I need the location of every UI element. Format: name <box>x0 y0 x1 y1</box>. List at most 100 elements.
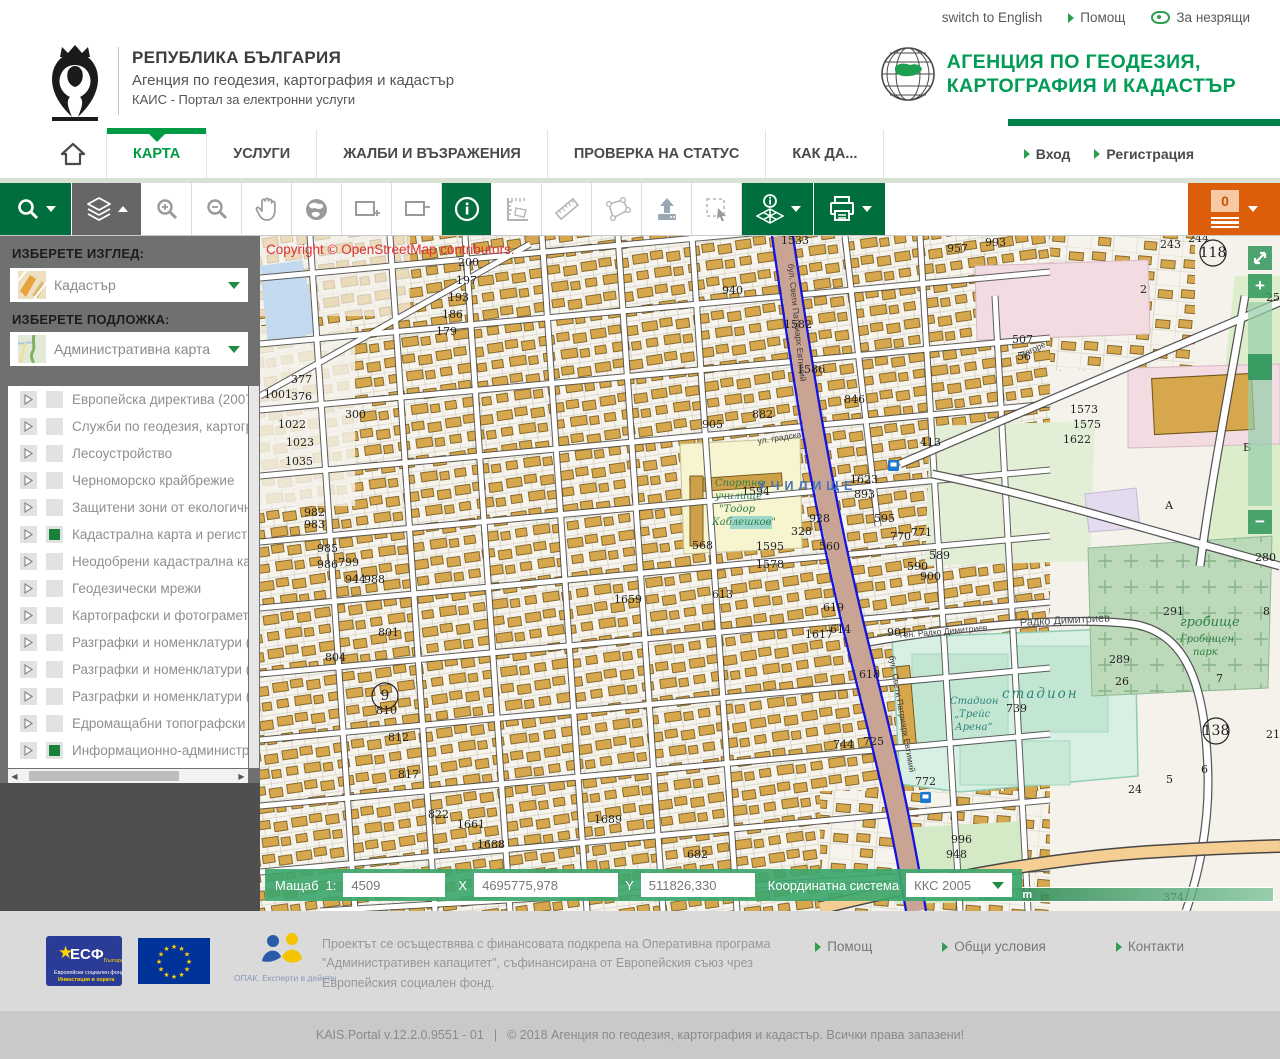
svg-text:595: 595 <box>874 512 895 525</box>
zoom-rect-in-button[interactable] <box>342 183 392 235</box>
nav-tab-1[interactable]: УСЛУГИ <box>207 130 317 178</box>
nav-tab-2[interactable]: ЖАЛБИ И ВЪЗРАЖЕНИЯ <box>317 130 548 178</box>
nav-tab-4[interactable]: КАК ДА... <box>766 130 884 178</box>
full-extent-button[interactable] <box>1248 246 1272 270</box>
expand-arrow-icon[interactable] <box>20 715 37 732</box>
layer-checkbox[interactable] <box>46 607 63 624</box>
layer-checkbox[interactable] <box>46 634 63 651</box>
globe-button[interactable] <box>292 183 342 235</box>
view-select[interactable]: Кадастър <box>10 268 248 302</box>
x-coordinate-input[interactable] <box>474 873 618 897</box>
layer-checkbox[interactable] <box>46 661 63 678</box>
expand-arrow-icon[interactable] <box>20 499 37 516</box>
footer-terms-link[interactable]: Общи условия <box>942 939 1046 954</box>
svg-text:817: 817 <box>398 768 419 781</box>
svg-text:1022: 1022 <box>278 418 306 431</box>
layer-label: Служби по геодезия, картограф <box>72 419 248 434</box>
help-link[interactable]: Помощ <box>1068 10 1125 25</box>
zoom-rect-out-button[interactable] <box>392 183 442 235</box>
draw-polygon-button[interactable] <box>592 183 642 235</box>
expand-arrow-icon[interactable] <box>20 472 37 489</box>
svg-text:5: 5 <box>1166 773 1173 786</box>
expand-arrow-icon[interactable] <box>20 445 37 462</box>
expand-arrow-icon[interactable] <box>20 634 37 651</box>
layers-info-button[interactable] <box>742 183 814 235</box>
zoom-out-map-button[interactable]: − <box>1248 510 1272 534</box>
crs-select[interactable]: ККС 2005 <box>906 873 1012 897</box>
hscroll-thumb[interactable] <box>29 771 179 781</box>
footer-contacts-link[interactable]: Контакти <box>1116 939 1184 954</box>
scroll-left-arrow[interactable]: ◀ <box>8 769 21 783</box>
nav-tab-3[interactable]: ПРОВЕРКА НА СТАТУС <box>548 130 766 178</box>
base-map-select[interactable]: Административна карта <box>10 332 248 366</box>
svg-text:Стадион: Стадион <box>950 696 998 707</box>
select-region-button[interactable] <box>692 183 742 235</box>
info-button[interactable] <box>442 183 492 235</box>
layer-list-vscrollbar[interactable] <box>249 386 259 768</box>
layer-list-hscrollbar[interactable]: ◀ ▶ <box>8 769 248 783</box>
switch-language-link[interactable]: switch to English <box>942 10 1043 25</box>
scale-input[interactable] <box>343 873 445 897</box>
expand-arrow-icon[interactable] <box>20 580 37 597</box>
svg-text:200: 200 <box>458 256 479 269</box>
register-link[interactable]: Регистрация <box>1094 146 1194 162</box>
layer-label: Разграфки и номенклатури (19 <box>72 635 248 650</box>
home-button[interactable] <box>40 130 107 178</box>
expand-arrow-icon[interactable] <box>20 607 37 624</box>
nav-tab-0[interactable]: КАРТА <box>107 130 207 178</box>
map-viewport[interactable]: 9939572432442252001971931861793009401533… <box>260 236 1280 911</box>
expand-arrow-icon[interactable] <box>20 688 37 705</box>
layer-checkbox[interactable] <box>46 742 63 759</box>
zoom-slider-thumb[interactable] <box>1248 354 1272 380</box>
layer-row: Черноморско крайбрежие <box>8 467 248 494</box>
layer-checkbox[interactable] <box>46 526 63 543</box>
svg-text:771: 771 <box>911 526 932 539</box>
layer-checkbox[interactable] <box>46 391 63 408</box>
expand-arrow-icon[interactable] <box>20 661 37 678</box>
layer-checkbox[interactable] <box>46 418 63 435</box>
svg-text:стадион: стадион <box>1002 686 1079 702</box>
svg-text:Гробищен: Гробищен <box>1179 634 1234 645</box>
zoom-out-button[interactable] <box>192 183 242 235</box>
accessibility-link[interactable]: За незрящи <box>1151 10 1250 25</box>
svg-text:УЧИЛИЩЕ: УЧИЛИЩЕ <box>758 479 857 493</box>
expand-arrow-icon[interactable] <box>20 553 37 570</box>
scroll-right-arrow[interactable]: ▶ <box>235 769 248 783</box>
upload-button[interactable] <box>642 183 692 235</box>
login-link[interactable]: Вход <box>1024 146 1071 162</box>
measure-distance-button[interactable] <box>542 183 592 235</box>
svg-text:1575: 1575 <box>1073 418 1101 431</box>
svg-text:812: 812 <box>388 731 409 744</box>
layers-tool-button[interactable] <box>72 183 142 235</box>
search-tool-button[interactable] <box>0 183 72 235</box>
zoom-slider-track[interactable] <box>1248 302 1272 506</box>
layer-checkbox[interactable] <box>46 688 63 705</box>
search-icon <box>16 197 40 221</box>
svg-text:26: 26 <box>1115 675 1129 688</box>
layer-checkbox[interactable] <box>46 715 63 732</box>
svg-text:138: 138 <box>1203 723 1230 739</box>
expand-arrow-icon[interactable] <box>20 742 37 759</box>
layer-label: Лесоустройство <box>72 446 172 461</box>
layer-list: Европейска директива (2007/2Служби по ге… <box>8 386 248 768</box>
chevron-right-icon <box>942 942 948 952</box>
print-button[interactable] <box>814 183 886 235</box>
expand-arrow-icon[interactable] <box>20 526 37 543</box>
separator: | <box>494 1028 497 1042</box>
version-bar: KAIS.Portal v.12.2.0.9551 - 01 | © 2018 … <box>0 1011 1280 1059</box>
expand-arrow-icon[interactable] <box>20 391 37 408</box>
pan-button[interactable] <box>242 183 292 235</box>
measure-area-button[interactable] <box>492 183 542 235</box>
zoom-in-button[interactable] <box>142 183 192 235</box>
layer-checkbox[interactable] <box>46 445 63 462</box>
expand-arrow-icon[interactable] <box>20 418 37 435</box>
layer-checkbox[interactable] <box>46 580 63 597</box>
layer-checkbox[interactable] <box>46 553 63 570</box>
zoom-in-map-button[interactable]: + <box>1248 274 1272 298</box>
orders-cart-button[interactable]: 0 <box>1188 183 1280 235</box>
layer-checkbox[interactable] <box>46 472 63 489</box>
y-coordinate-input[interactable] <box>641 873 755 897</box>
footer-help-link[interactable]: Помощ <box>815 939 872 954</box>
svg-text:744: 744 <box>833 738 854 751</box>
layer-checkbox[interactable] <box>46 499 63 516</box>
